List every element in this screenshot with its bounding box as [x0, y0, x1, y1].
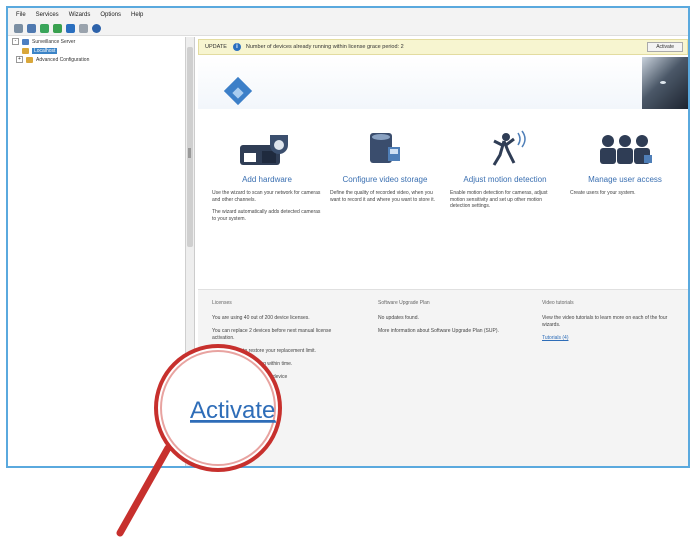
software-upgrade-panel: Software Upgrade Plan No updates found. … [378, 300, 518, 341]
task-description: Use the wizard to scan your network for … [212, 190, 321, 203]
help-icon[interactable] [92, 24, 101, 33]
menu-services[interactable]: Services [36, 12, 59, 18]
video-tutorials-panel: Video tutorials View the video tutorials… [542, 300, 672, 348]
toolbar [8, 22, 688, 36]
app-window: File Services Wizards Options Help - Sur… [6, 6, 690, 468]
update-notification-bar: UPDATE i Number of devices already runni… [198, 39, 688, 55]
motion-icon [450, 127, 560, 171]
software-more-info[interactable]: More information about Software Upgrade … [378, 328, 518, 335]
tree-item-server[interactable]: - Surveillance Server [8, 37, 185, 46]
software-heading: Software Upgrade Plan [378, 300, 430, 306]
menu-bar: File Services Wizards Options Help [8, 8, 688, 22]
refresh-icon[interactable] [53, 24, 62, 33]
update-tag: UPDATE [205, 44, 227, 50]
sync-icon[interactable] [79, 24, 88, 33]
software-status: No updates found. [378, 315, 419, 321]
motion-icon-svg [492, 130, 526, 166]
upload-icon[interactable] [66, 24, 75, 33]
menu-file[interactable]: File [16, 12, 26, 18]
task-description: Create users for your system. [570, 190, 636, 196]
hardware-icon-svg [240, 135, 288, 165]
scroll-thumb[interactable] [187, 47, 193, 247]
save-icon[interactable] [27, 24, 36, 33]
task-title[interactable]: Add hardware [212, 175, 322, 184]
tree-item-advanced[interactable]: + Advanced Configuration [8, 55, 185, 64]
tree-item-localhost[interactable]: Localhost [8, 46, 185, 55]
task-configure-storage[interactable]: Configure video storage Define the quali… [330, 127, 440, 209]
new-icon[interactable] [14, 24, 23, 33]
info-icon: i [232, 43, 241, 51]
menu-help[interactable]: Help [131, 12, 143, 18]
storage-icon-svg [370, 133, 400, 163]
magnifier-handle [116, 444, 172, 537]
magnifier-callout: Activate [116, 344, 282, 537]
task-motion-detection[interactable]: Adjust motion detection Enable motion de… [450, 127, 560, 216]
collapse-icon[interactable]: - [12, 38, 19, 45]
folder-icon [22, 47, 29, 54]
task-description: Define the quality of recorded video, wh… [330, 190, 436, 203]
menu-wizards[interactable]: Wizards [69, 12, 91, 18]
task-title[interactable]: Configure video storage [330, 175, 440, 184]
task-title[interactable]: Manage user access [570, 175, 680, 184]
licenses-heading: Licenses [212, 300, 232, 306]
license-usage: You are using 40 out of 200 device licen… [212, 315, 310, 321]
play-icon[interactable] [40, 24, 49, 33]
tutorials-description: View the video tutorials to learn more o… [542, 315, 668, 328]
users-icon-svg [600, 135, 652, 164]
menu-options[interactable]: Options [100, 12, 121, 18]
server-icon [22, 38, 29, 45]
update-message: Number of devices already running within… [245, 44, 404, 50]
task-description: Enable motion detection for cameras, adj… [450, 190, 548, 209]
folder-icon [26, 56, 33, 63]
tutorials-link[interactable]: Tutorials (4) [542, 335, 672, 342]
page-bottom-area [0, 470, 696, 535]
tutorials-heading: Video tutorials [542, 300, 574, 306]
welcome-banner [198, 57, 688, 109]
hardware-icon [212, 127, 322, 171]
wolf-eye [660, 81, 666, 84]
task-description-extra: The wizard automatically adds detected c… [212, 209, 321, 222]
magnified-activate-link[interactable]: Activate [190, 397, 275, 424]
expand-icon[interactable]: + [16, 56, 23, 63]
users-icon [570, 127, 680, 171]
task-user-access[interactable]: Manage user access Create users for your… [570, 127, 680, 203]
task-title[interactable]: Adjust motion detection [450, 175, 560, 184]
activate-button[interactable]: Activate [647, 42, 683, 52]
pane-splitter[interactable] [188, 148, 191, 158]
storage-icon [330, 127, 440, 171]
task-add-hardware[interactable]: Add hardware Use the wizard to scan your… [212, 127, 322, 228]
